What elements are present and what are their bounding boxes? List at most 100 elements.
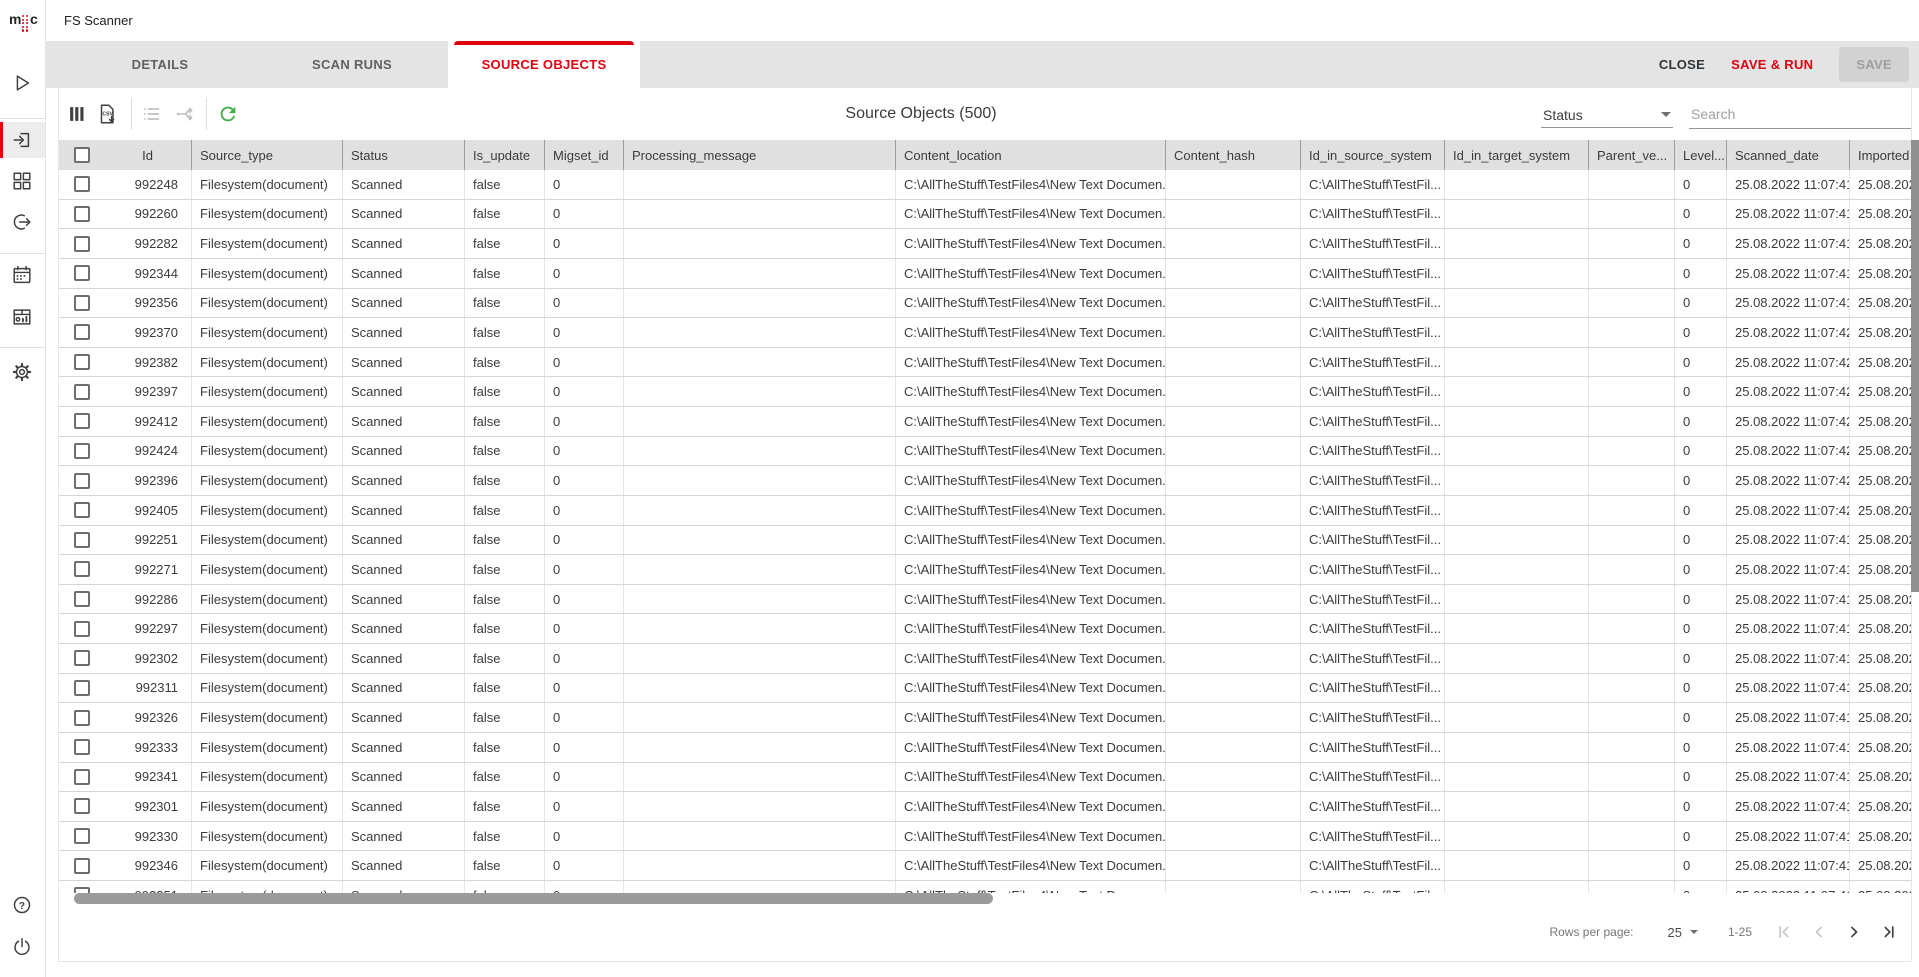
column-header-level[interactable]: Level... <box>1674 140 1726 170</box>
column-header-checkbox[interactable] <box>59 140 104 170</box>
sign-in-icon[interactable] <box>11 129 33 151</box>
row-checkbox[interactable] <box>74 680 90 696</box>
table-row[interactable]: 992346Filesystem(document)Scannedfalse0C… <box>59 851 1912 881</box>
rows-per-page-select[interactable]: 25 <box>1668 925 1698 940</box>
tab-source-objects[interactable]: SOURCE OBJECTS <box>448 41 640 88</box>
power-icon[interactable] <box>11 936 33 958</box>
table-row[interactable]: 992424Filesystem(document)Scannedfalse0C… <box>59 437 1912 467</box>
vertical-scrollbar[interactable] <box>1911 140 1919 592</box>
row-checkbox[interactable] <box>74 384 90 400</box>
row-checkbox[interactable] <box>74 295 90 311</box>
table-row[interactable]: 992286Filesystem(document)Scannedfalse0C… <box>59 585 1912 615</box>
table-row[interactable]: 992382Filesystem(document)Scannedfalse0C… <box>59 348 1912 378</box>
tab-details[interactable]: DETAILS <box>64 41 256 88</box>
row-checkbox[interactable] <box>74 236 90 252</box>
table-row[interactable]: 992251Filesystem(document)Scannedfalse0C… <box>59 526 1912 556</box>
next-page-icon[interactable] <box>1844 922 1864 942</box>
column-header-content_location[interactable]: Content_location <box>895 140 1165 170</box>
row-checkbox[interactable] <box>74 828 90 844</box>
table-row[interactable]: 992260Filesystem(document)Scannedfalse0C… <box>59 200 1912 230</box>
table-row[interactable]: 992311Filesystem(document)Scannedfalse0C… <box>59 674 1912 704</box>
table-row[interactable]: 992282Filesystem(document)Scannedfalse0C… <box>59 229 1912 259</box>
table-row[interactable]: 992341Filesystem(document)Scannedfalse0C… <box>59 763 1912 793</box>
first-page-icon[interactable] <box>1774 922 1794 942</box>
column-header-parent_version[interactable]: Parent_ve... <box>1588 140 1674 170</box>
row-checkbox[interactable] <box>74 413 90 429</box>
cell-checkbox[interactable] <box>59 881 104 893</box>
select-all-checkbox[interactable] <box>74 147 90 163</box>
last-page-icon[interactable] <box>1879 922 1899 942</box>
table-row[interactable]: 992412Filesystem(document)Scannedfalse0C… <box>59 407 1912 437</box>
row-checkbox[interactable] <box>74 265 90 281</box>
save-and-run-button[interactable]: SAVE & RUN <box>1731 57 1813 72</box>
column-header-scanned_date[interactable]: Scanned_date <box>1726 140 1849 170</box>
cell-checkbox[interactable] <box>59 792 104 821</box>
row-checkbox[interactable] <box>74 710 90 726</box>
close-button[interactable]: CLOSE <box>1659 57 1705 72</box>
table-row[interactable]: 992405Filesystem(document)Scannedfalse0C… <box>59 496 1912 526</box>
cell-checkbox[interactable] <box>59 229 104 258</box>
cell-checkbox[interactable] <box>59 407 104 436</box>
table-row[interactable]: 992333Filesystem(document)Scannedfalse0C… <box>59 733 1912 763</box>
cell-checkbox[interactable] <box>59 200 104 229</box>
column-header-imported[interactable]: Imported <box>1849 140 1912 170</box>
status-filter-select[interactable]: Status <box>1541 102 1673 128</box>
column-header-processing_message[interactable]: Processing_message <box>623 140 895 170</box>
cell-checkbox[interactable] <box>59 822 104 851</box>
table-row[interactable]: 992302Filesystem(document)Scannedfalse0C… <box>59 644 1912 674</box>
row-checkbox[interactable] <box>74 443 90 459</box>
table-row[interactable]: 992396Filesystem(document)Scannedfalse0C… <box>59 466 1912 496</box>
cell-checkbox[interactable] <box>59 170 104 199</box>
column-header-status[interactable]: Status <box>342 140 464 170</box>
row-checkbox[interactable] <box>74 591 90 607</box>
cell-checkbox[interactable] <box>59 259 104 288</box>
cell-checkbox[interactable] <box>59 763 104 792</box>
calendar-icon[interactable] <box>11 264 33 286</box>
cell-checkbox[interactable] <box>59 437 104 466</box>
column-header-id_in_target_system[interactable]: Id_in_target_system <box>1444 140 1588 170</box>
dashboard-grid-icon[interactable] <box>11 170 33 192</box>
table-row[interactable]: 992330Filesystem(document)Scannedfalse0C… <box>59 822 1912 852</box>
row-checkbox[interactable] <box>74 739 90 755</box>
table-row[interactable]: 992326Filesystem(document)Scannedfalse0C… <box>59 703 1912 733</box>
save-button[interactable]: SAVE <box>1839 47 1909 82</box>
cell-checkbox[interactable] <box>59 614 104 643</box>
column-header-content_hash[interactable]: Content_hash <box>1165 140 1300 170</box>
row-checkbox[interactable] <box>74 354 90 370</box>
table-row[interactable]: 992351Filesystem(document)Scannedfalse0C… <box>59 881 1912 893</box>
arrow-out-circle-icon[interactable] <box>11 211 33 233</box>
cell-checkbox[interactable] <box>59 466 104 495</box>
cell-checkbox[interactable] <box>59 496 104 525</box>
search-input[interactable] <box>1689 102 1912 126</box>
row-checkbox[interactable] <box>74 324 90 340</box>
table-row[interactable]: 992356Filesystem(document)Scannedfalse0C… <box>59 289 1912 319</box>
scan-results-chart-icon[interactable] <box>11 306 33 328</box>
row-checkbox[interactable] <box>74 650 90 666</box>
horizontal-scrollbar[interactable] <box>74 893 993 904</box>
table-row[interactable]: 992370Filesystem(document)Scannedfalse0C… <box>59 318 1912 348</box>
gear-icon[interactable] <box>11 361 33 383</box>
column-header-id_in_source_system[interactable]: Id_in_source_system <box>1300 140 1444 170</box>
column-header-source_type[interactable]: Source_type <box>191 140 342 170</box>
row-checkbox[interactable] <box>74 532 90 548</box>
play-icon[interactable] <box>11 72 33 94</box>
cell-checkbox[interactable] <box>59 318 104 347</box>
cell-checkbox[interactable] <box>59 526 104 555</box>
table-row[interactable]: 992397Filesystem(document)Scannedfalse0C… <box>59 377 1912 407</box>
table-row[interactable]: 992248Filesystem(document)Scannedfalse0C… <box>59 170 1912 200</box>
cell-checkbox[interactable] <box>59 733 104 762</box>
row-checkbox[interactable] <box>74 798 90 814</box>
table-row[interactable]: 992344Filesystem(document)Scannedfalse0C… <box>59 259 1912 289</box>
help-icon[interactable]: ? <box>11 894 33 916</box>
cell-checkbox[interactable] <box>59 703 104 732</box>
cell-checkbox[interactable] <box>59 377 104 406</box>
cell-checkbox[interactable] <box>59 289 104 318</box>
table-row[interactable]: 992297Filesystem(document)Scannedfalse0C… <box>59 614 1912 644</box>
row-checkbox[interactable] <box>74 473 90 489</box>
tab-scan-runs[interactable]: SCAN RUNS <box>256 41 448 88</box>
cell-checkbox[interactable] <box>59 674 104 703</box>
cell-checkbox[interactable] <box>59 851 104 880</box>
cell-checkbox[interactable] <box>59 585 104 614</box>
column-header-is_update[interactable]: Is_update <box>464 140 544 170</box>
cell-checkbox[interactable] <box>59 348 104 377</box>
